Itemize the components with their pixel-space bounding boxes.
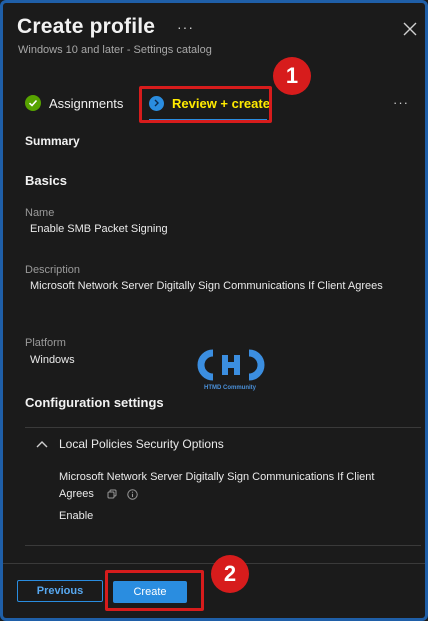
name-value: Enable SMB Packet Signing [30,223,168,235]
watermark-text: HTMD Community [204,385,256,391]
description-value: Microsoft Network Server Digitally Sign … [30,280,383,292]
basics-heading: Basics [25,173,67,188]
callout-badge-2: 2 [211,555,249,593]
configuration-settings-heading: Configuration settings [25,395,164,410]
info-icon[interactable] [127,488,138,500]
setting-name-line2-row: Agrees [59,488,138,500]
page-subtitle: Windows 10 and later - Settings catalog [18,44,212,56]
copy-icon[interactable] [107,489,117,499]
config-group-title[interactable]: Local Policies Security Options [59,437,224,451]
summary-heading: Summary [25,134,80,148]
tabs-more-button[interactable]: ··· [393,95,409,110]
title-more-button[interactable]: ··· [177,19,194,35]
name-label: Name [25,207,55,219]
setting-name-line2: Agrees [59,488,94,500]
create-button-highlight-box [105,570,204,611]
setting-name-line1: Microsoft Network Server Digitally Sign … [59,471,375,483]
platform-value: Windows [30,354,75,366]
platform-label: Platform [25,337,66,349]
config-divider-bottom [25,545,421,546]
description-label: Description [25,264,81,276]
tab-assignments-label: Assignments [49,95,124,111]
setting-value: Enable [59,510,94,522]
page-title: Create profile [17,15,156,38]
review-tab-highlight-box [139,86,272,123]
create-profile-panel: Create profile ··· Windows 10 and later … [0,0,428,621]
config-divider-top [25,427,421,428]
previous-button[interactable]: Previous [17,580,103,602]
tab-assignments[interactable]: Assignments [25,93,123,113]
check-icon [25,95,41,111]
callout-badge-1: 1 [273,57,311,95]
close-icon[interactable] [403,22,417,36]
chevron-up-icon[interactable] [36,439,48,449]
